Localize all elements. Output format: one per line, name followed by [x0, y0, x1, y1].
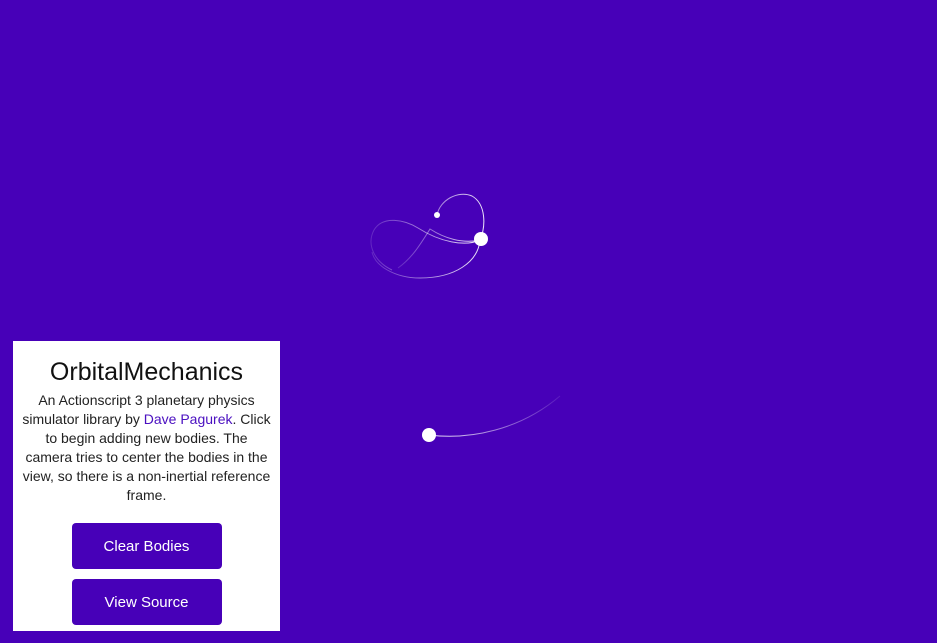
planet-body-lower[interactable] — [422, 428, 436, 442]
planet-body-large[interactable] — [474, 232, 488, 246]
clear-bodies-button[interactable]: Clear Bodies — [71, 523, 222, 569]
orbit-trail-small-body — [397, 193, 485, 269]
planet-body-small[interactable] — [434, 212, 440, 218]
page-title: OrbitalMechanics — [49, 358, 244, 386]
description-text: An Actionscript 3 planetary physics simu… — [22, 391, 272, 505]
info-panel: OrbitalMechanics An Actionscript 3 plane… — [13, 341, 280, 631]
view-source-button[interactable]: View Source — [71, 579, 222, 625]
orbit-trail-lower-body — [428, 395, 561, 437]
orbit-trail-large-body — [370, 219, 481, 279]
author-link[interactable]: Dave Pagurek — [144, 411, 233, 427]
